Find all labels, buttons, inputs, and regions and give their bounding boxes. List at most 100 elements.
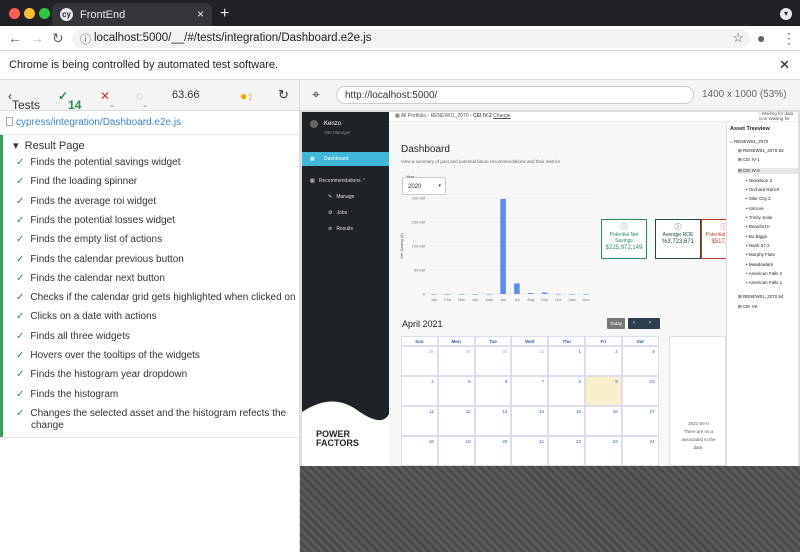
chevron-down-icon[interactable]: ▾ xyxy=(780,8,792,20)
minimize-window-icon[interactable] xyxy=(24,8,35,19)
calendar-day[interactable]: 28 xyxy=(401,346,438,376)
calendar-day[interactable]: 20 xyxy=(474,436,512,466)
calendar-previous-button[interactable]: ‹ xyxy=(633,318,635,329)
forward-arrow-icon[interactable]: → xyxy=(30,30,44,46)
tree-item[interactable]: • American Falls 2 xyxy=(746,271,782,276)
test-item[interactable]: ✓ Finds the empty list of actions xyxy=(16,234,162,245)
calendar-day[interactable]: 13 xyxy=(474,406,512,436)
crumb-site[interactable]: RENEW01_2070 xyxy=(431,113,469,119)
tree-item[interactable]: • Siler City 2 xyxy=(746,196,771,201)
tree-item[interactable]: • Meadowlark xyxy=(746,262,773,267)
nav-dashboard[interactable]: ▦ Dashboard xyxy=(302,152,389,166)
test-item[interactable]: ✓ Finds the calendar next button xyxy=(16,273,165,284)
selector-playground-icon[interactable]: ⌖ xyxy=(312,86,320,103)
test-item[interactable]: ✓ Finds the average roi widget xyxy=(16,196,156,207)
widget-card[interactable]: ⓘ Average ROE %3,723,671 xyxy=(655,219,701,259)
calendar-day[interactable]: 15 xyxy=(548,406,585,436)
tree-item[interactable]: • Orchard Ranch xyxy=(746,187,779,192)
calendar-day[interactable]: 6 xyxy=(474,376,512,406)
tree-item[interactable]: ⌂ RENEW01_2070 xyxy=(730,139,768,144)
tree-item[interactable]: ⊞ CEI VII xyxy=(738,304,757,310)
crumb-portfolio[interactable]: All Portfolio xyxy=(401,113,426,119)
test-item[interactable]: ✓ Clicks on a date with actions xyxy=(16,311,157,322)
test-item[interactable]: ✓ Checks if the calendar grid gets highli… xyxy=(16,292,296,303)
tree-item[interactable]: ⊞ RENEW01_2070.93 xyxy=(738,148,784,154)
change-link[interactable]: Change xyxy=(493,113,511,119)
star-icon[interactable]: ☆ xyxy=(732,30,744,46)
calendar-day[interactable]: 22 xyxy=(548,436,585,466)
test-item[interactable]: ✓ Find the loading spinner xyxy=(16,176,137,187)
tree-item[interactable]: • American Falls 1 xyxy=(746,280,782,285)
tree-item[interactable]: • Bo Biggs xyxy=(746,234,767,239)
tree-item[interactable]: • Simcoe xyxy=(746,206,764,211)
nav-results[interactable]: ⊘ Results xyxy=(328,226,353,232)
widget-card[interactable]: ⓘ Potential Net Savings $225,972,149 xyxy=(601,219,647,259)
calendar-day[interactable]: 4 xyxy=(401,376,438,406)
calendar-day[interactable]: 24 xyxy=(621,436,659,466)
calendar-next-button[interactable]: › xyxy=(649,318,651,329)
menu-icon[interactable]: ⋮ xyxy=(782,30,796,47)
calendar-day[interactable]: 2 xyxy=(585,346,622,376)
calendar-day[interactable]: 7 xyxy=(511,376,549,406)
test-item[interactable]: ✓ Finds all three widgets xyxy=(16,331,130,342)
account-icon[interactable]: ● xyxy=(757,30,765,46)
year-dropdown[interactable]: Year 2020 ▾ xyxy=(402,174,446,195)
tree-item[interactable]: ⊞ CEI IV-1 xyxy=(738,157,760,163)
tree-item[interactable]: • Beaufort II xyxy=(746,224,770,229)
nav-jobs[interactable]: ⚙ Jobs xyxy=(328,210,347,216)
calendar-day[interactable]: 11 xyxy=(401,406,438,436)
suite-title[interactable]: ▾ Result Page xyxy=(13,139,85,152)
close-icon[interactable]: ✕ xyxy=(779,57,790,73)
help-icon[interactable]: ⓘ xyxy=(656,222,700,232)
aut-url-field[interactable]: http://localhost:5000/ xyxy=(336,86,694,104)
test-item[interactable]: ✓ Finds the potential savings widget xyxy=(16,157,180,168)
tree-item[interactable]: • Nash 57-2 xyxy=(746,243,770,248)
spec-path[interactable]: cypress/integration/Dashboard.e2e.js xyxy=(16,117,181,128)
reload-icon[interactable]: ↻ xyxy=(52,30,64,47)
tree-item[interactable]: • Trinity Solar xyxy=(746,215,773,220)
empty-text-2: associated to the xyxy=(681,437,716,442)
calendar-day[interactable]: 21 xyxy=(511,436,549,466)
test-item[interactable]: ✓ Finds the potential losses widget xyxy=(16,215,175,226)
calendar-day[interactable]: 16 xyxy=(585,406,622,436)
tree-item[interactable]: ⊞ RENEW01_2070.94 xyxy=(738,294,784,300)
test-item[interactable]: ✓ Changes the selected asset and the hist… xyxy=(16,408,286,419)
tree-item[interactable]: ⊞ CEI IV-2 xyxy=(738,168,798,174)
calendar-day[interactable]: 3 xyxy=(621,346,659,376)
test-item[interactable]: ✓ Hovers over the tooltips of the widgets xyxy=(16,350,200,361)
test-item[interactable]: change xyxy=(31,420,64,431)
close-tab-icon[interactable]: × xyxy=(197,7,204,21)
close-window-icon[interactable] xyxy=(9,8,20,19)
calendar-day[interactable]: 12 xyxy=(437,406,475,436)
calendar-day[interactable]: 23 xyxy=(585,436,622,466)
calendar-day[interactable]: 10 xyxy=(621,376,659,406)
tree-item[interactable]: • Nickelson 2 xyxy=(746,178,772,183)
back-arrow-icon[interactable]: ← xyxy=(8,30,22,46)
browser-tab[interactable]: cy FrontEnd × xyxy=(52,3,212,26)
today-button[interactable]: Today xyxy=(607,318,625,329)
test-item[interactable]: ✓ Finds the histogram xyxy=(16,389,118,400)
calendar-day[interactable]: 8 xyxy=(548,376,585,406)
help-icon[interactable]: ⓘ xyxy=(602,222,646,232)
address-bar[interactable]: ⓘ localhost:5000/__/#/tests/integration/… xyxy=(72,29,750,48)
calendar-day[interactable]: 5 xyxy=(437,376,475,406)
test-item[interactable]: ✓ Finds the calendar previous button xyxy=(16,254,184,265)
calendar-day[interactable]: 30 xyxy=(474,346,512,376)
test-item[interactable]: ✓ Finds the histogram year dropdown xyxy=(16,369,187,380)
auto-scroll-icon[interactable]: ●↕ xyxy=(240,89,253,103)
calendar-day[interactable]: 9 xyxy=(585,376,622,406)
calendar-day[interactable]: 18 xyxy=(401,436,438,466)
calendar-day[interactable]: 1 xyxy=(548,346,585,376)
calendar-day[interactable]: 17 xyxy=(621,406,659,436)
calendar-day[interactable]: 14 xyxy=(511,406,549,436)
tests-back-button[interactable]: ‹ Tests xyxy=(8,89,40,112)
nav-manage[interactable]: ✎ Manage xyxy=(328,194,354,200)
nav-recommendations[interactable]: ▦ Recommendations ⌃ xyxy=(310,178,366,184)
rerun-icon[interactable]: ↻ xyxy=(278,87,289,103)
calendar-day[interactable]: 19 xyxy=(437,436,475,466)
calendar-day[interactable]: 31 xyxy=(511,346,549,376)
new-tab-icon[interactable]: + xyxy=(220,5,229,23)
maximize-window-icon[interactable] xyxy=(39,8,50,19)
tree-item[interactable]: • Murphy Flats xyxy=(746,252,775,257)
calendar-day[interactable]: 29 xyxy=(437,346,475,376)
